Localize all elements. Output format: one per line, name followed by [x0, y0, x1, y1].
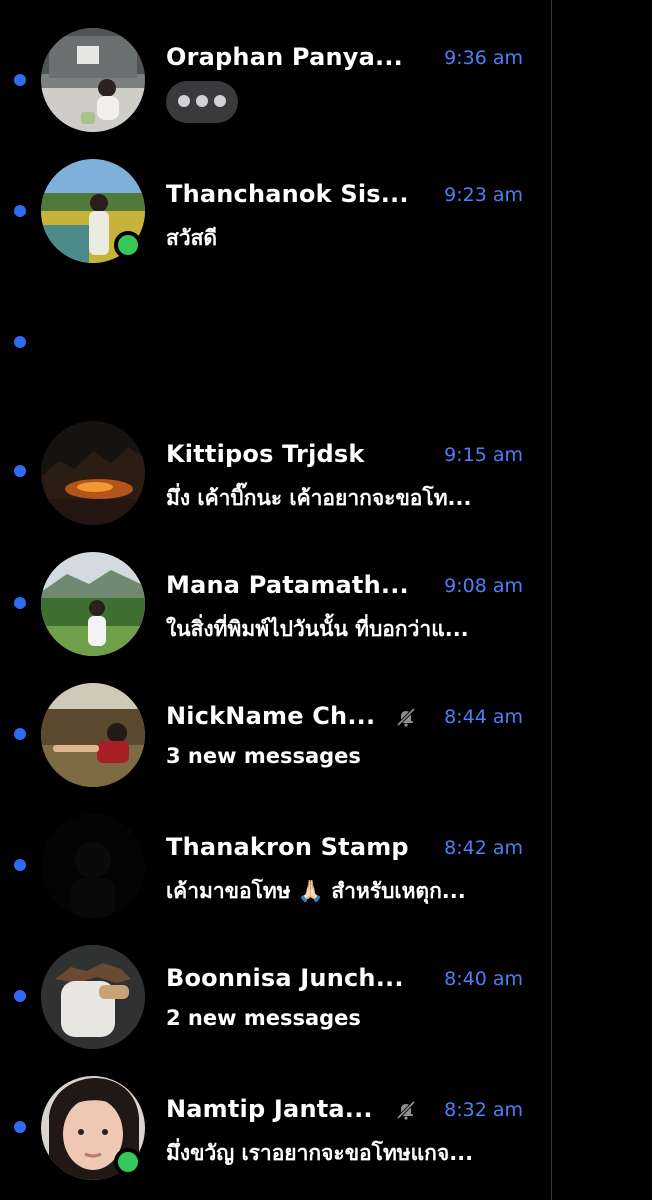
avatar[interactable]: [41, 28, 145, 132]
unread-indicator: [14, 1121, 26, 1133]
conversation-name: Boonnisa Junch...: [166, 964, 404, 992]
conversation-time: 9:15 am: [444, 444, 523, 466]
unread-indicator: [14, 465, 26, 477]
avatar-photo: [41, 28, 145, 132]
avatar[interactable]: [41, 814, 145, 918]
conversation-row-thanakron[interactable]: Thanakron Stamp 8:42 am เค้ามาขอโทษ 🙏🏻 ส…: [0, 806, 551, 926]
unread-indicator: [14, 728, 26, 740]
conversation-row-mana[interactable]: Mana Patamath... 9:08 am ในสิ่งที่พิมพ์ไ…: [0, 544, 551, 664]
typing-dot: [196, 95, 208, 107]
avatar[interactable]: [41, 683, 145, 787]
avatar-photo: [41, 421, 145, 525]
avatar-photo: [41, 814, 145, 918]
avatar[interactable]: [41, 552, 145, 656]
conversation-time: 8:32 am: [444, 1099, 523, 1121]
muted-bell-icon: [396, 1100, 416, 1120]
conversation-name: Kittipos Trjdsk: [166, 440, 365, 468]
unread-indicator: [14, 74, 26, 86]
conversation-row-namtip[interactable]: Namtip Janta... 8:32 am มึ่งขวัญ เราอยาก…: [0, 1068, 551, 1188]
conversation-row-kittipos[interactable]: Kittipos Trjdsk 9:15 am มึ่ง เค้าบิ๊กนะ …: [0, 413, 551, 533]
conversation-row-nickname[interactable]: NickName Ch... 8:44 am 3 new messages: [0, 675, 551, 795]
typing-dot: [214, 95, 226, 107]
avatar[interactable]: [41, 945, 145, 1049]
conversation-row-oraphan[interactable]: Oraphan Panya... 9:36 am: [0, 20, 551, 140]
unread-indicator: [14, 859, 26, 871]
message-preview: สวัสดี: [166, 226, 218, 250]
conversation-time: 8:40 am: [444, 968, 523, 990]
conversation-name: Mana Patamath...: [166, 571, 409, 599]
message-preview: 2 new messages: [166, 1006, 361, 1030]
message-preview: ในสิ่งที่พิมพ์ไปวันนั้น ที่บอกว่าแ...: [166, 617, 469, 641]
conversation-name: Namtip Janta...: [166, 1095, 373, 1123]
conversation-time: 9:23 am: [444, 184, 523, 206]
conversation-time: 8:42 am: [444, 837, 523, 859]
message-preview: มึ่งขวัญ เราอยากจะขอโทษแกจ...: [166, 1141, 474, 1165]
unread-indicator: [14, 205, 26, 217]
unread-indicator: [14, 990, 26, 1002]
typing-indicator: [166, 81, 238, 123]
conversation-time: 9:08 am: [444, 575, 523, 597]
online-status-indicator: [114, 1148, 142, 1176]
message-preview: 3 new messages: [166, 744, 361, 768]
unread-indicator: [14, 336, 26, 348]
conversation-name: NickName Ch...: [166, 702, 376, 730]
conversation-row-hidden[interactable]: [0, 282, 551, 402]
avatar-photo: [41, 683, 145, 787]
conversation-row-boonnisa[interactable]: Boonnisa Junch... 8:40 am 2 new messages: [0, 937, 551, 1057]
unread-indicator: [14, 597, 26, 609]
online-status-indicator: [114, 231, 142, 259]
muted-bell-icon: [396, 707, 416, 727]
conversation-time: 8:44 am: [444, 706, 523, 728]
typing-dot: [178, 95, 190, 107]
avatar-photo: [41, 945, 145, 1049]
avatar-photo: [41, 552, 145, 656]
avatar[interactable]: [41, 421, 145, 525]
conversation-row-thanchanok[interactable]: Thanchanok Sis... 9:23 am สวัสดี: [0, 151, 551, 271]
conversation-time: 9:36 am: [444, 47, 523, 69]
conversation-name: Thanakron Stamp: [166, 833, 409, 861]
conversation-name: Oraphan Panya...: [166, 43, 403, 71]
message-preview: มึ่ง เค้าบิ๊กนะ เค้าอยากจะขอโท...: [166, 486, 472, 510]
split-view-divider: [551, 0, 552, 1200]
message-preview: เค้ามาขอโทษ 🙏🏻 สำหรับเหตุก...: [166, 879, 466, 903]
conversation-name: Thanchanok Sis...: [166, 180, 409, 208]
